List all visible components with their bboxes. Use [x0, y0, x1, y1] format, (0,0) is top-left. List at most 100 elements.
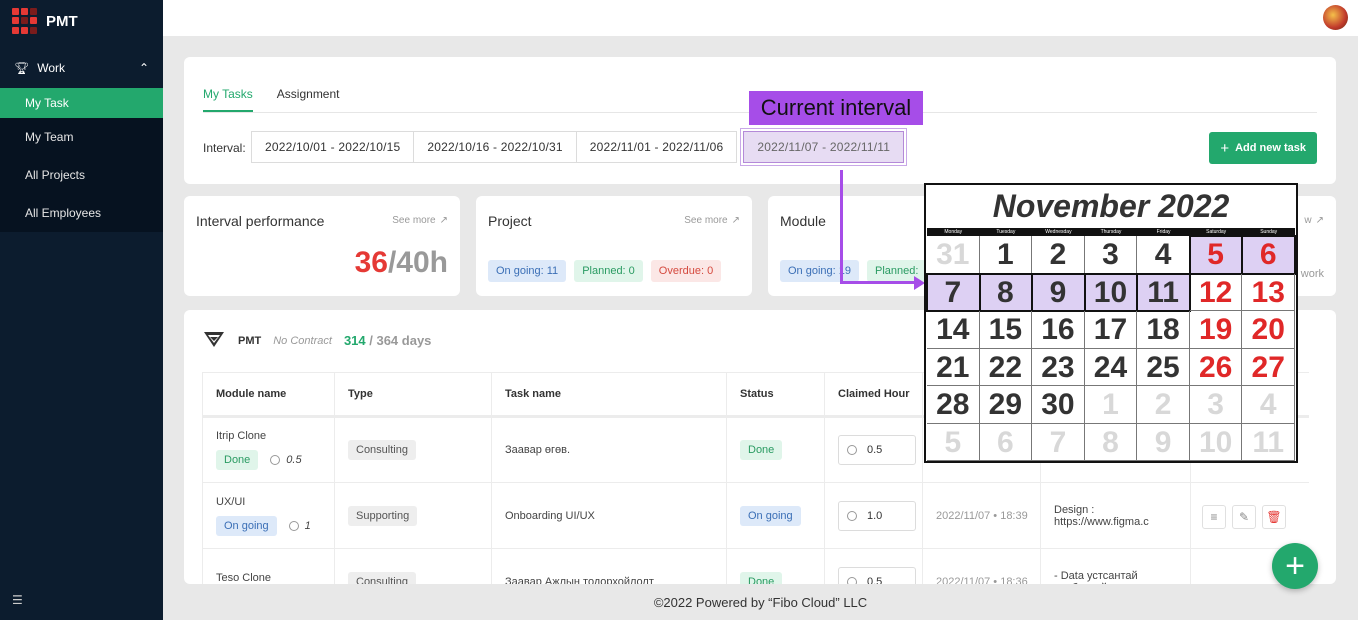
project-header: PMT No Contract 314 / 364 days: [202, 330, 431, 351]
see-more-link[interactable]: See more ↗: [392, 215, 448, 226]
calendar-day-cell: 9: [1031, 272, 1086, 312]
calendar-day-cell: 4: [1137, 236, 1190, 274]
col-status[interactable]: Status: [726, 372, 825, 418]
calendar-day-cell: 7: [926, 272, 981, 312]
status-badge[interactable]: On going: [740, 505, 801, 526]
days-used: 314: [343, 333, 366, 348]
calendar-day-cell: 30: [1032, 386, 1085, 424]
calendar-day-name: Tuesday: [996, 229, 1016, 235]
col-module-name[interactable]: Module name: [202, 372, 335, 418]
status-badge[interactable]: Done: [740, 571, 783, 584]
tab-my-tasks[interactable]: My Tasks: [203, 87, 253, 112]
superman-icon: [202, 330, 226, 351]
external-link-icon: ↗: [1315, 215, 1324, 226]
topbar: [163, 0, 1358, 36]
trash-icon[interactable]: 🗑︎: [1262, 505, 1286, 529]
calendar-day-cell: 2: [1032, 236, 1085, 274]
add-fab-button[interactable]: +: [1272, 543, 1318, 589]
card-title: Interval performance: [196, 213, 325, 229]
claimed-hour-input[interactable]: 1.0: [838, 500, 916, 531]
see-more-link[interactable]: See more ↗: [684, 215, 740, 226]
col-type[interactable]: Type: [334, 372, 492, 418]
brand[interactable]: PMT: [0, 0, 163, 42]
collapse-menu-icon[interactable]: ☰: [12, 593, 23, 607]
claimed-hour-input[interactable]: 0.5: [838, 435, 916, 465]
module-status-badge: On going: [216, 515, 277, 536]
sidebar-item-all-employees[interactable]: All Employees: [0, 194, 163, 232]
calendar-day-cell: 1: [1084, 386, 1138, 424]
pencil-icon[interactable]: ✎: [1232, 505, 1256, 529]
chip-ongoing: On going: 19: [780, 260, 859, 282]
status-chips: On going: 11 Planned: 0 Overdue: 0: [488, 260, 722, 282]
interval-option[interactable]: 2022/11/01 - 2022/11/06: [575, 131, 738, 163]
calendar-day-cell: 10: [1083, 272, 1139, 312]
calendar-day-cell: 6: [979, 423, 1033, 461]
trophy-icon: 🏆︎: [14, 61, 30, 75]
sidebar-item-my-team[interactable]: My Team: [0, 118, 163, 156]
task-note: - Data устсантай холбоотой: [1040, 548, 1191, 584]
calendar-day-cell: 1: [979, 236, 1033, 274]
footer: ©2022 Powered by “Fibo Cloud” LLC: [653, 594, 868, 610]
interval-option[interactable]: 2022/10/01 - 2022/10/15: [251, 131, 415, 163]
table-row[interactable]: UX/UI On going 1 Supporting Onboarding U…: [202, 482, 1309, 549]
calendar-day-cell: 21: [927, 348, 980, 386]
clock-icon: [847, 510, 857, 521]
row-actions: ≡ ✎ 🗑︎: [1202, 505, 1286, 529]
calendar-day-cell: 3: [1189, 386, 1243, 424]
table-row[interactable]: Teso Clone Consulting Заавар Ажлын тодор…: [202, 548, 1309, 584]
avatar[interactable]: [1323, 5, 1348, 30]
arrow-line: [840, 281, 917, 284]
current-interval-callout: Current interval: [749, 91, 923, 125]
calendar-day-cell: 19: [1189, 311, 1243, 349]
type-badge: Consulting: [348, 571, 416, 584]
work-text: work: [1300, 268, 1324, 280]
arrow-line: [840, 170, 843, 282]
module-name: Teso Clone: [216, 571, 272, 584]
plus-icon: +: [1220, 139, 1230, 157]
module-hours-value: 0.5: [286, 454, 302, 466]
task-date: 2022/11/07 • 18:39: [922, 482, 1041, 549]
calendar-day-cell: 5: [927, 423, 980, 461]
calendar-day-cell: 8: [978, 272, 1034, 312]
calendar-day-name: Saturday: [1206, 229, 1227, 235]
interval-option-selected[interactable]: 2022/11/07 - 2022/11/11: [740, 128, 908, 166]
calendar-day-cell: 27: [1242, 348, 1295, 386]
sidebar-item-all-projects[interactable]: All Projects: [0, 156, 163, 194]
interval-hours: 36/40h: [355, 246, 448, 280]
menu-group-work[interactable]: 🏆︎ Work ⌃: [0, 56, 163, 80]
calendar-day-cell: 4: [1242, 386, 1295, 424]
calendar-day-cell: 6: [1241, 235, 1296, 275]
calendar-day-cell: 14: [927, 311, 980, 349]
see-more-link[interactable]: w ↗: [1304, 215, 1324, 226]
edit-note-icon[interactable]: ≡: [1202, 505, 1226, 529]
tab-assignment[interactable]: Assignment: [277, 87, 340, 112]
calendar-title: November 2022: [992, 188, 1230, 224]
calendar-day-name: Thursday: [1100, 229, 1122, 235]
calendar-day-cell: 31: [927, 236, 980, 274]
module-hours: 1: [288, 520, 311, 532]
days-total: / 364 days: [365, 333, 432, 348]
status-badge[interactable]: Done: [740, 440, 783, 460]
hours-value: 1.0: [867, 509, 883, 522]
claimed-hour-input[interactable]: 0.5: [838, 566, 916, 584]
calendar-day-cell: 26: [1189, 348, 1243, 386]
pmt-logo-icon: [12, 8, 38, 34]
task-name: Заавар өгөв.: [491, 416, 727, 483]
calendar-day-cell: 10: [1189, 423, 1243, 461]
col-task-name[interactable]: Task name: [491, 372, 727, 418]
card-title: Project: [488, 213, 532, 229]
calendar-day-cell: 13: [1242, 273, 1295, 311]
col-claimed-hour[interactable]: Claimed Hour: [824, 372, 923, 418]
external-link-icon: ↗: [731, 215, 740, 226]
type-badge: Consulting: [348, 440, 416, 460]
task-name: Заавар Ажлын тодорхойлолт: [491, 548, 727, 584]
calendar-day-names: Monday Tuesday Wednesday Thursday Friday Satu…: [927, 228, 1295, 236]
add-new-task-button[interactable]: + Add new task: [1209, 132, 1317, 164]
calendar-day-name: Wednesday: [1045, 229, 1072, 235]
interval-option[interactable]: 2022/10/16 - 2022/10/31: [413, 131, 577, 163]
calendar-day-name: Friday: [1156, 229, 1171, 235]
hours-current: 36: [354, 246, 388, 279]
contract-status: No Contract: [273, 334, 332, 347]
calendar-day-name: Sunday: [1260, 229, 1278, 235]
sidebar-item-my-task[interactable]: My Task: [0, 88, 163, 118]
